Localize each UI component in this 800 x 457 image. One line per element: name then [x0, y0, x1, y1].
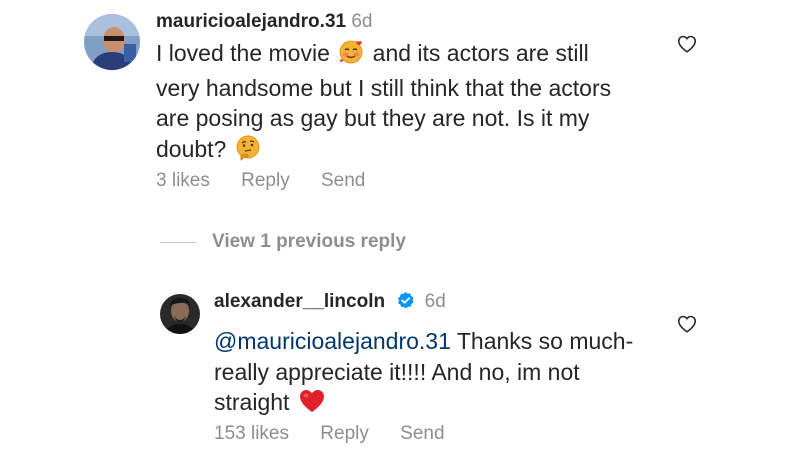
- comment-username[interactable]: alexander__lincoln 6d: [214, 291, 446, 316]
- comment-timestamp: 6d: [351, 11, 373, 32]
- avatar[interactable]: [160, 294, 200, 334]
- comment-timestamp: 6d: [424, 291, 446, 312]
- smiling-face-with-hearts-icon: [338, 39, 364, 73]
- view-previous-label[interactable]: View 1 previous reply: [212, 231, 406, 253]
- view-previous-replies-button[interactable]: View 1 previous reply: [160, 230, 406, 254]
- comment-text: @mauricioalejandro.31 Thanks so much- re…: [214, 326, 644, 422]
- reply-button[interactable]: Reply: [320, 423, 369, 444]
- verified-badge-icon: [396, 291, 415, 316]
- send-button[interactable]: Send: [321, 170, 365, 191]
- like-heart-icon[interactable]: [676, 33, 698, 55]
- comment-mauricio: mauricioalejandro.31 6d I loved the movi…: [0, 0, 800, 200]
- username-text[interactable]: alexander__lincoln: [214, 291, 385, 312]
- comment-text: I loved the movie and its actors are sti…: [156, 38, 636, 168]
- like-heart-icon[interactable]: [676, 313, 698, 335]
- send-button[interactable]: Send: [400, 423, 444, 444]
- avatar[interactable]: [84, 14, 140, 70]
- reply-button[interactable]: Reply: [241, 170, 290, 191]
- comment-actions: 153 likes Reply Send: [214, 423, 471, 445]
- thread-divider: [160, 241, 196, 243]
- username-text[interactable]: mauricioalejandro.31: [156, 11, 346, 32]
- red-heart-icon: [298, 388, 326, 422]
- comment-alexander: alexander__lincoln 6d @mauricioalejandro…: [0, 280, 800, 457]
- likes-count[interactable]: 3 likes: [156, 170, 210, 191]
- comment-actions: 3 likes Reply Send: [156, 170, 391, 192]
- thinking-face-icon: [235, 135, 261, 169]
- likes-count[interactable]: 153 likes: [214, 423, 289, 444]
- comment-username[interactable]: mauricioalejandro.31 6d: [156, 11, 373, 33]
- mention-link[interactable]: @mauricioalejandro.31: [214, 328, 451, 354]
